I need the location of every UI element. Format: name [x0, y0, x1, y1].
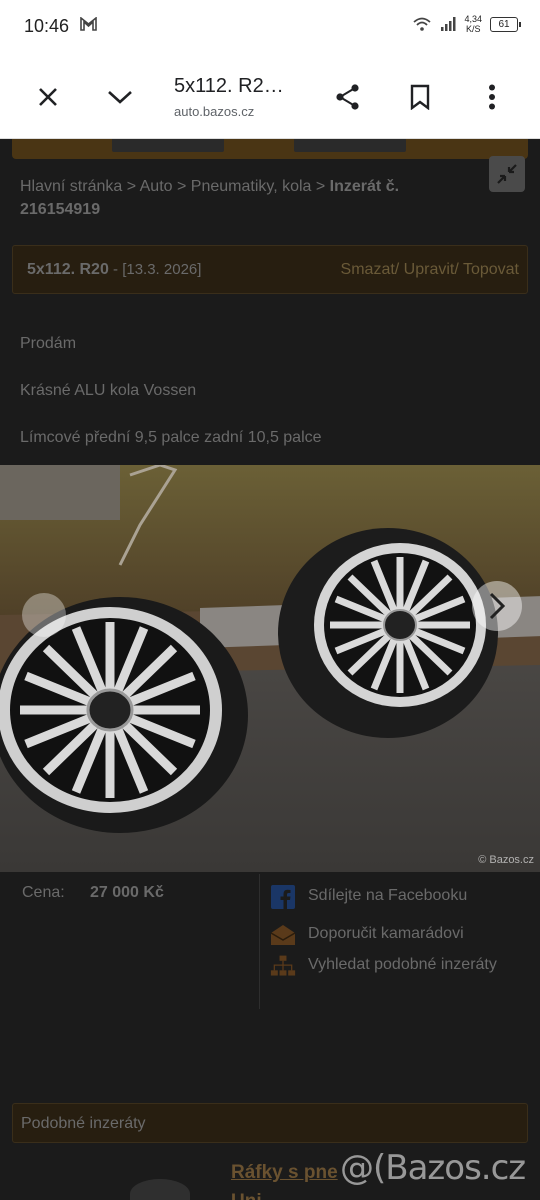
browser-toolbar: 5x112. R2… auto.bazos.cz	[0, 55, 540, 139]
sitemap-icon	[270, 953, 296, 979]
collapse-button[interactable]	[489, 156, 525, 192]
status-right: 4,34 K/S 61	[412, 14, 521, 34]
desc-line-1: Prodám	[20, 335, 77, 352]
ad-actions[interactable]: Smazat/ Upravit/ Topovat	[341, 261, 519, 279]
breadcrumb-sep: >	[172, 178, 191, 195]
next-photo-button[interactable]	[472, 581, 522, 631]
desc-line-3: Límcové přední 9,5 palce zadní 10,5 palc…	[20, 429, 322, 446]
ad-photo[interactable]: © Bazos.cz	[0, 465, 540, 872]
gmail-icon	[80, 17, 97, 31]
facebook-icon	[270, 884, 296, 910]
signal-icon	[441, 17, 456, 31]
page-url: auto.bazos.cz	[174, 104, 255, 119]
price-label: Cena:	[22, 884, 65, 901]
breadcrumb-auto[interactable]: Auto	[140, 178, 173, 195]
breadcrumb-sep: >	[311, 178, 330, 195]
ad-header: 5x112. R20 - [13.3. 2026] Smazat/ Upravi…	[12, 245, 528, 294]
page-title: 5x112. R2…	[174, 75, 284, 97]
battery-level: 61	[498, 18, 510, 30]
close-icon	[39, 88, 57, 106]
similar-ads-heading: Podobné inzeráty	[12, 1103, 528, 1143]
bookmark-icon	[410, 84, 430, 110]
status-time: 10:46	[24, 16, 70, 36]
breadcrumb-sep: >	[122, 178, 140, 195]
more-button[interactable]	[472, 77, 512, 117]
ad-title-row: 5x112. R20 - [13.3. 2026]	[27, 261, 201, 279]
chevron-right-icon	[489, 592, 506, 620]
search-field[interactable]	[112, 139, 224, 152]
search-similar-link[interactable]: Vyhledat podobné inzeráty	[270, 953, 530, 979]
bazos-watermark: @(Bazos.cz	[340, 1148, 526, 1188]
net-speed-unit: K/S	[465, 24, 481, 34]
expand-button[interactable]	[100, 77, 140, 117]
search-bar-remnant	[12, 139, 528, 159]
net-speed: 4,34 K/S	[464, 14, 482, 34]
prev-photo-button[interactable]	[22, 593, 66, 637]
location-field[interactable]	[294, 139, 406, 152]
similar-ad-link[interactable]: Ráfky s pne	[231, 1162, 338, 1184]
page-content: Hlavní stránka > Auto > Pneumatiky, kola…	[0, 139, 540, 1200]
breadcrumb-category[interactable]: Pneumatiky, kola	[191, 178, 312, 195]
ad-title: 5x112. R20	[27, 261, 109, 278]
divider	[259, 874, 260, 1009]
share-facebook-label: Sdílejte na Facebooku	[308, 887, 468, 904]
more-vert-icon	[489, 84, 495, 110]
share-icon	[336, 84, 359, 110]
ad-date: - [13.3. 2026]	[108, 261, 202, 278]
breadcrumb: Hlavní stránka > Auto > Pneumatiky, kola…	[20, 175, 460, 221]
battery-icon: 61	[490, 16, 521, 32]
desc-line-2: Krásné ALU kola Vossen	[20, 382, 197, 399]
wheels-photo	[0, 465, 540, 872]
net-speed-value: 4,34	[464, 14, 482, 24]
recommend-friend-label: Doporučit kamarádovi	[308, 925, 464, 942]
collapse-icon	[497, 164, 517, 184]
share-button[interactable]	[328, 77, 368, 117]
breadcrumb-home[interactable]: Hlavní stránka	[20, 178, 122, 195]
envelope-icon	[270, 922, 296, 948]
recommend-friend-link[interactable]: Doporučit kamarádovi	[270, 922, 530, 948]
photo-watermark: © Bazos.cz	[478, 854, 534, 866]
similar-ad-thumbnail[interactable]	[130, 1179, 190, 1200]
bookmark-button[interactable]	[400, 77, 440, 117]
price-value: 27 000 Kč	[90, 884, 164, 901]
wifi-icon	[413, 17, 432, 31]
search-similar-label: Vyhledat podobné inzeráty	[308, 956, 497, 973]
similar-ad-link-line2[interactable]: Uni	[231, 1191, 262, 1200]
share-facebook-link[interactable]: Sdílejte na Facebooku	[270, 884, 530, 910]
chevron-down-icon	[108, 91, 132, 104]
status-bar: 10:46 4,34 K/S 61	[0, 0, 540, 55]
close-button[interactable]	[28, 77, 68, 117]
